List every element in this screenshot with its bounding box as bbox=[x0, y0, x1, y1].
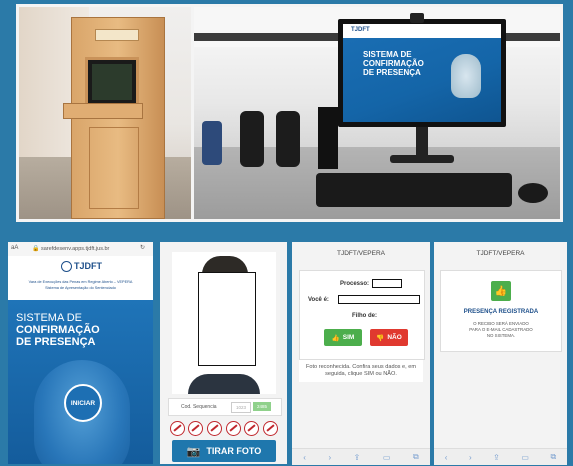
status-title: PRESENÇA REGISTRADA bbox=[463, 309, 539, 315]
person-shoulders bbox=[188, 374, 260, 394]
sequence-row: Cod. Sequencia 1023 2485 bbox=[168, 398, 282, 416]
browser-toolbar: ‹ › ⇪ ▭ ⧉ bbox=[434, 448, 567, 465]
tabs-icon[interactable]: ⧉ bbox=[413, 452, 419, 462]
prohibited-items bbox=[168, 420, 280, 436]
success-thumbs-up-icon: 👍 bbox=[491, 281, 511, 301]
status-text: O RECIBO SERÁ ENVIADO PARA O E-MAIL CADA… bbox=[441, 321, 561, 339]
hero-title-line: SISTEMA DE bbox=[16, 312, 83, 324]
kiosk-keyboard-tray bbox=[63, 103, 143, 119]
hero-title-line: CONFIRMAÇÃO bbox=[16, 324, 100, 336]
site-logo: TJDFT bbox=[74, 261, 102, 271]
site-header: TJDFT Vara de Execuções das Penas em Reg… bbox=[8, 256, 153, 300]
processo-redacted bbox=[372, 279, 402, 288]
sequence-label: Cod. Sequencia bbox=[181, 404, 217, 410]
hero-title: SISTEMA DE CONFIRMAÇÃO DE PRESENÇA bbox=[16, 312, 100, 348]
kiosk-door bbox=[89, 127, 139, 209]
recognition-message: Foto reconhecida. Confira seus dados e, … bbox=[299, 360, 423, 382]
photo-strip: TJDFT SISTEMA DE CONFIRMAÇÃO DE PRESENÇA bbox=[16, 4, 563, 222]
share-icon[interactable]: ⇪ bbox=[493, 453, 500, 462]
back-icon[interactable]: ‹ bbox=[303, 453, 306, 462]
cpu-tower bbox=[318, 107, 338, 169]
face-illustration bbox=[451, 54, 481, 98]
browser-address-bar[interactable]: aA 🔒 sarefdesenv.apps.tjdft.jus.br ↻ bbox=[8, 242, 153, 257]
take-photo-label: TIRAR FOTO bbox=[206, 446, 262, 456]
kiosk-screen bbox=[85, 57, 139, 107]
screen-header: TJDFT/VEPERA bbox=[336, 250, 386, 257]
no-cap-icon bbox=[188, 420, 204, 436]
kiosk-photo bbox=[19, 7, 191, 219]
share-icon[interactable]: ⇪ bbox=[354, 453, 361, 462]
identity-card: Processo: Você é: Filho de: 👍 SIM 👎 NÃO bbox=[299, 270, 425, 360]
desk-photo: TJDFT SISTEMA DE CONFIRMAÇÃO DE PRESENÇA bbox=[194, 7, 560, 219]
start-screen: aA 🔒 sarefdesenv.apps.tjdft.jus.br ↻ TJD… bbox=[8, 242, 153, 464]
yes-button[interactable]: 👍 SIM bbox=[324, 329, 362, 346]
no-label: NÃO bbox=[387, 334, 402, 341]
kiosk-camera-slot bbox=[95, 29, 139, 41]
start-button[interactable]: INICIAR bbox=[64, 384, 102, 422]
bookmarks-icon[interactable]: ▭ bbox=[383, 453, 391, 462]
monitor: TJDFT SISTEMA DE CONFIRMAÇÃO DE PRESENÇA bbox=[338, 19, 506, 127]
camera-preview bbox=[172, 252, 276, 394]
hero-title-line: DE PRESENÇA bbox=[16, 336, 96, 348]
no-sunglasses-icon bbox=[225, 420, 241, 436]
thumbs-up-icon: 👍 bbox=[331, 334, 340, 342]
back-icon[interactable]: ‹ bbox=[445, 453, 448, 462]
thumbs-down-icon: 👎 bbox=[376, 334, 385, 342]
bookmarks-icon[interactable]: ▭ bbox=[521, 453, 529, 462]
name-redacted bbox=[338, 295, 420, 304]
monitor-title-line: CONFIRMAÇÃO bbox=[363, 59, 424, 68]
yes-label: SIM bbox=[342, 334, 355, 341]
no-mask-icon bbox=[244, 420, 260, 436]
org-line-2: Sistema de Apresentação do Sentenciado bbox=[45, 286, 116, 290]
browser-toolbar: ‹ › ⇪ ▭ ⧉ bbox=[292, 448, 430, 465]
monitor-title-line: SISTEMA DE bbox=[363, 50, 412, 59]
take-photo-button[interactable]: 📷 TIRAR FOTO bbox=[172, 440, 276, 462]
url-text[interactable]: sarefdesenv.apps.tjdft.jus.br bbox=[41, 246, 109, 252]
tabs-icon[interactable]: ⧉ bbox=[551, 452, 557, 462]
no-hat-icon bbox=[169, 420, 185, 436]
text-size-label[interactable]: aA bbox=[11, 245, 18, 251]
org-line-1: Vara de Execuções das Penas em Regime Ab… bbox=[28, 280, 133, 284]
face-redaction-box bbox=[198, 272, 256, 366]
tjdft-emblem-icon bbox=[61, 261, 72, 272]
status-text-line: NO SISTEMA. bbox=[486, 333, 516, 338]
monitor-header: TJDFT bbox=[343, 24, 501, 38]
reload-icon[interactable]: ↻ bbox=[140, 244, 145, 251]
monitor-title-line: DE PRESENÇA bbox=[363, 68, 421, 77]
no-button[interactable]: 👎 NÃO bbox=[370, 329, 408, 346]
forward-icon[interactable]: › bbox=[469, 453, 472, 462]
mouse bbox=[518, 183, 548, 203]
lock-icon: 🔒 bbox=[32, 246, 40, 252]
forward-icon[interactable]: › bbox=[328, 453, 331, 462]
monitor-stand bbox=[416, 127, 428, 157]
confirm-data-screen: TJDFT/VEPERA Processo: Você é: Filho de:… bbox=[292, 242, 430, 465]
right-speaker bbox=[276, 111, 300, 167]
monitor-base bbox=[390, 155, 454, 163]
screen-header: TJDFT/VEPERA bbox=[476, 250, 525, 257]
status-card: 👍 PRESENÇA REGISTRADA O RECIBO SERÁ ENVI… bbox=[440, 270, 562, 352]
voce-label: Você é: bbox=[308, 297, 329, 303]
kiosk-screen-glass bbox=[92, 64, 132, 100]
webcam bbox=[410, 13, 424, 23]
presence-registered-screen: TJDFT/VEPERA 👍 PRESENÇA REGISTRADA O REC… bbox=[434, 242, 567, 465]
photo-capture-screen: Cod. Sequencia 1023 2485 📷 TIRAR FOTO bbox=[160, 242, 287, 464]
keyboard bbox=[316, 173, 512, 207]
left-speaker bbox=[240, 111, 264, 167]
hero-panel: SISTEMA DE CONFIRMAÇÃO DE PRESENÇA INICI… bbox=[8, 300, 153, 464]
camera-icon: 📷 bbox=[186, 445, 201, 458]
monitor-title: SISTEMA DE CONFIRMAÇÃO DE PRESENÇA bbox=[363, 50, 424, 77]
monitor-logo: TJDFT bbox=[351, 27, 370, 33]
filho-label: Filho de: bbox=[352, 313, 377, 319]
no-helmet-icon bbox=[207, 420, 223, 436]
processo-label: Processo: bbox=[340, 281, 370, 287]
monitor-screen: TJDFT SISTEMA DE CONFIRMAÇÃO DE PRESENÇA bbox=[343, 24, 501, 122]
no-hood-icon bbox=[263, 420, 279, 436]
sequence-value-2[interactable]: 2485 bbox=[253, 402, 271, 411]
sequence-value-1[interactable]: 1023 bbox=[231, 402, 251, 413]
blue-bottle bbox=[202, 121, 222, 165]
